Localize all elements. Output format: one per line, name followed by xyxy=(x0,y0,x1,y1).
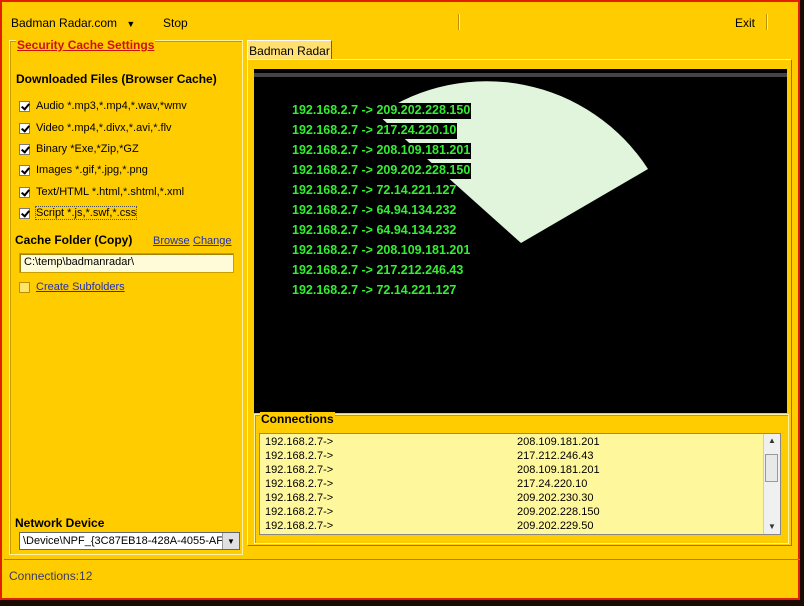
cache-folder-input[interactable]: C:\temp\badmanradar\ xyxy=(19,253,234,273)
menu-separator xyxy=(766,14,768,30)
connection-destination: 217.24.220.10 xyxy=(517,478,588,490)
connection-destination: 208.109.181.201 xyxy=(517,464,600,476)
change-link[interactable]: Change xyxy=(193,235,232,247)
filetype-binary-label: Binary *Exe,*Zip,*GZ xyxy=(36,143,139,155)
radar-connection-line: 192.168.2.7 -> 72.14.221.127 xyxy=(292,283,457,297)
filetype-images-label: Images *.gif,*.jpg,*.png xyxy=(36,164,148,176)
checkbox-audio[interactable] xyxy=(19,100,30,112)
radar-connection-line: 192.168.2.7 -> 208.109.181.201 xyxy=(292,243,471,257)
network-device-value: \Device\NPF_{3C87EB18-428A-4055-AF xyxy=(23,535,223,547)
filetype-binary[interactable]: Binary *Exe,*Zip,*GZ xyxy=(19,141,139,157)
connection-destination: 209.202.229.50 xyxy=(517,520,594,532)
chevron-down-icon[interactable]: ▼ xyxy=(222,533,239,549)
connection-destination: 209.202.230.30 xyxy=(517,492,594,504)
app-window: Badman Radar.com ▼ Stop Exit Security Ca… xyxy=(0,0,800,600)
checkbox-script[interactable] xyxy=(19,207,30,219)
radar-connection-line: 192.168.2.7 -> 209.202.228.150 xyxy=(291,103,472,119)
connection-row[interactable]: 192.168.2.7-> 209.202.229.50 xyxy=(265,520,765,534)
network-device-select[interactable]: \Device\NPF_{3C87EB18-428A-4055-AF ▼ xyxy=(19,532,240,550)
scroll-thumb[interactable] xyxy=(765,454,778,482)
tab-badman-radar[interactable]: Badman Radar xyxy=(247,40,332,60)
status-connections: Connections:12 xyxy=(9,569,93,583)
radar-connection-line: 192.168.2.7 -> 217.212.246.43 xyxy=(292,263,464,277)
connection-destination: 217.212.246.43 xyxy=(517,450,594,462)
radar-connection-line: 192.168.2.7 -> 217.24.220.10 xyxy=(291,123,458,139)
checkbox-create-subfolders[interactable] xyxy=(19,281,30,293)
radar-connection-line: 192.168.2.7 -> 208.109.181.201 xyxy=(291,143,472,159)
radar-connection-line: 192.168.2.7 -> 64.94.134.232 xyxy=(292,223,457,237)
status-bar: Connections:12 xyxy=(4,559,800,600)
exit-menu-item[interactable]: Exit xyxy=(735,16,755,30)
connection-source: 192.168.2.7-> xyxy=(265,478,334,490)
radar-connection-line: 192.168.2.7 -> 64.94.134.232 xyxy=(292,203,457,217)
scroll-up-icon[interactable]: ▲ xyxy=(764,434,780,448)
filetype-script-label: Script *.js,*.swf,*.css xyxy=(34,206,138,220)
connection-source: 192.168.2.7-> xyxy=(265,520,334,532)
connection-row[interactable]: 192.168.2.7-> 217.24.220.10 xyxy=(265,478,765,492)
filetype-audio[interactable]: Audio *.mp3,*.mp4,*.wav,*wmv xyxy=(19,98,187,114)
checkbox-images[interactable] xyxy=(19,164,30,176)
connection-source: 192.168.2.7-> xyxy=(265,506,334,518)
connection-destination: 209.202.228.150 xyxy=(517,506,600,518)
stop-menu-item[interactable]: Stop xyxy=(163,16,188,30)
checkbox-binary[interactable] xyxy=(19,143,30,155)
filetype-text-html-label: Text/HTML *.html,*.shtml,*.xml xyxy=(36,186,185,198)
network-device-label: Network Device xyxy=(15,516,105,530)
radar-connection-line: 192.168.2.7 -> 72.14.221.127 xyxy=(292,183,457,197)
connection-row[interactable]: 192.168.2.7-> 208.109.181.201 xyxy=(265,464,765,478)
connections-scrollbar[interactable]: ▲ ▼ xyxy=(763,434,780,534)
browse-link[interactable]: Browse xyxy=(153,235,190,247)
scroll-down-icon[interactable]: ▼ xyxy=(764,520,780,534)
connection-destination: 208.109.181.201 xyxy=(517,436,600,448)
create-subfolders-option[interactable]: Create Subfolders xyxy=(19,279,125,295)
radar-connection-line: 192.168.2.7 -> 209.202.228.150 xyxy=(291,163,472,179)
filetype-video[interactable]: Video *.mp4,*.divx,*.avi,*.flv xyxy=(19,120,172,136)
radar-display: 192.168.2.7 -> 209.202.228.150 192.168.2.… xyxy=(254,69,787,413)
connection-source: 192.168.2.7-> xyxy=(265,436,334,448)
connection-source: 192.168.2.7-> xyxy=(265,464,334,476)
filetype-images[interactable]: Images *.gif,*.jpg,*.png xyxy=(19,162,148,178)
security-cache-settings-group: Security Cache Settings Downloaded Files… xyxy=(9,38,243,555)
connection-row[interactable]: 192.168.2.7-> 209.202.230.30 xyxy=(265,492,765,506)
connections-group: Connections 192.168.2.7-> 208.109.181.201… xyxy=(254,412,789,544)
downloaded-files-title: Downloaded Files (Browser Cache) xyxy=(16,72,217,86)
checkbox-text-html[interactable] xyxy=(19,186,30,198)
site-menu[interactable]: Badman Radar.com ▼ xyxy=(11,16,135,30)
filetype-video-label: Video *.mp4,*.divx,*.avi,*.flv xyxy=(36,122,172,134)
filetype-text-html[interactable]: Text/HTML *.html,*.shtml,*.xml xyxy=(19,184,184,200)
connection-source: 192.168.2.7-> xyxy=(265,450,334,462)
connections-title: Connections xyxy=(260,412,335,426)
connection-source: 192.168.2.7-> xyxy=(265,492,334,504)
connection-row[interactable]: 192.168.2.7-> 209.202.228.150 xyxy=(265,506,765,520)
cache-folder-label: Cache Folder (Copy) xyxy=(15,233,133,247)
connection-row[interactable]: 192.168.2.7-> 208.109.181.201 xyxy=(265,436,765,450)
menu-bar: Badman Radar.com ▼ Stop Exit xyxy=(2,12,798,34)
checkbox-video[interactable] xyxy=(19,122,30,134)
filetype-audio-label: Audio *.mp3,*.mp4,*.wav,*wmv xyxy=(36,100,187,112)
connection-row[interactable]: 192.168.2.7-> 217.212.246.43 xyxy=(265,450,765,464)
filetype-script[interactable]: Script *.js,*.swf,*.css xyxy=(19,205,138,221)
dropdown-arrow-icon: ▼ xyxy=(126,19,136,29)
menu-separator xyxy=(458,14,460,30)
site-menu-label: Badman Radar.com xyxy=(11,16,118,30)
group-title: Security Cache Settings xyxy=(16,38,156,52)
connections-list[interactable]: 192.168.2.7-> 208.109.181.201 192.168.2.7-… xyxy=(259,433,781,535)
create-subfolders-link[interactable]: Create Subfolders xyxy=(36,281,125,293)
